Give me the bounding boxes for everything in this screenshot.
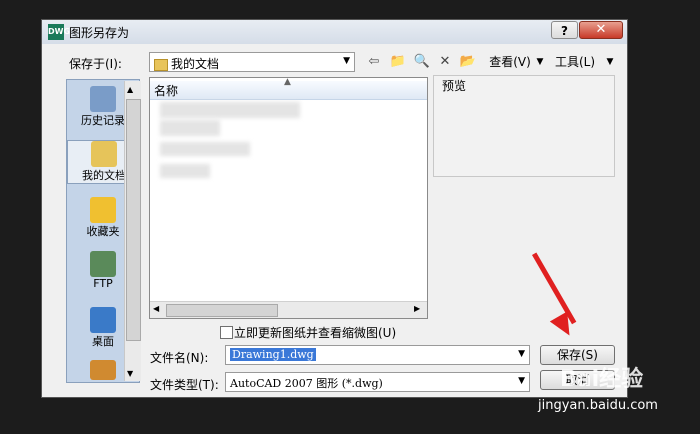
delete-icon[interactable]: ✕ [435,53,455,71]
update-thumbnail-label: 立即更新图纸并查看缩微图(U) [234,326,397,340]
blurred-file-entry[interactable] [160,164,210,178]
chevron-down-icon: ▼ [343,56,350,66]
tools-menu-label: 工具(L) [554,55,596,69]
history-icon [90,86,116,112]
scroll-left-icon[interactable]: ◀ [153,304,159,313]
watermark-url: jingyan.baidu.com [538,398,658,413]
filetype-dropdown[interactable]: AutoCAD 2007 图形 (*.dwg) ▼ [225,372,530,392]
favorites-icon [90,197,116,223]
save-as-dialog: DWG 图形另存为 ? ✕ 保存于(I): 我的文档 ▼ ⇦ 📁 🔍 ✕ 📂 查… [41,19,628,398]
close-button[interactable]: ✕ [579,21,623,39]
hscroll-thumb[interactable] [166,304,278,317]
new-folder-icon[interactable]: 📂 [458,53,478,71]
help-button[interactable]: ? [551,21,578,39]
column-header-name[interactable]: 名称 ▲ [150,77,427,100]
scroll-thumb[interactable] [126,99,141,341]
watermark-logo: Bai经验 [560,367,644,392]
sidebar-scrollbar[interactable]: ▲ ▼ [124,81,141,381]
up-folder-icon[interactable]: 📁 [388,53,408,71]
dialog-title: 图形另存为 [69,26,130,40]
filetype-value: AutoCAD 2007 图形 (*.dwg) [230,377,383,390]
tools-menu[interactable]: 工具(L) [548,53,602,71]
view-dropdown-arrow-icon[interactable]: ▼ [534,53,546,71]
tools-dropdown-arrow-icon[interactable]: ▼ [604,53,616,71]
filename-value: Drawing1.dwg [230,348,316,361]
save-in-dropdown[interactable]: 我的文档 ▼ [149,52,355,72]
folder-icon [90,360,116,380]
documents-icon [91,141,117,167]
filetype-label: 文件类型(T): [150,378,219,392]
blurred-file-entry[interactable] [160,120,220,136]
back-icon[interactable]: ⇦ [364,53,384,71]
blurred-file-entry[interactable] [160,142,250,156]
horizontal-scrollbar[interactable]: ◀ ▶ [150,301,427,318]
view-menu-label: 查看(V) [489,55,531,69]
desktop-icon [90,307,116,333]
filename-input[interactable]: Drawing1.dwg ▼ [225,345,530,365]
save-in-label: 保存于(I): [69,57,122,71]
save-in-value: 我的文档 [171,57,220,71]
chevron-down-icon[interactable]: ▼ [518,349,525,359]
preview-panel: 预览 [433,75,615,177]
search-web-icon[interactable]: 🔍 [412,53,432,71]
blurred-file-entry[interactable] [160,102,300,118]
file-list[interactable]: 名称 ▲ ◀ ▶ [149,77,428,319]
scroll-right-icon[interactable]: ▶ [414,304,420,313]
filename-label: 文件名(N): [150,351,209,365]
view-menu[interactable]: 查看(V) [480,53,540,71]
preview-label: 预览 [442,79,467,93]
title-bar: DWG 图形另存为 ? ✕ [42,20,627,44]
chevron-down-icon: ▼ [518,376,525,386]
update-thumbnail-checkbox[interactable] [220,326,233,339]
sort-arrow-icon: ▲ [284,77,291,87]
folder-icon [154,58,168,71]
autocad-app-icon: DWG [48,24,70,40]
column-header-label: 名称 [154,84,179,98]
scroll-up-icon[interactable]: ▲ [127,85,133,94]
scroll-down-icon[interactable]: ▼ [127,369,133,378]
ftp-icon [90,251,116,277]
